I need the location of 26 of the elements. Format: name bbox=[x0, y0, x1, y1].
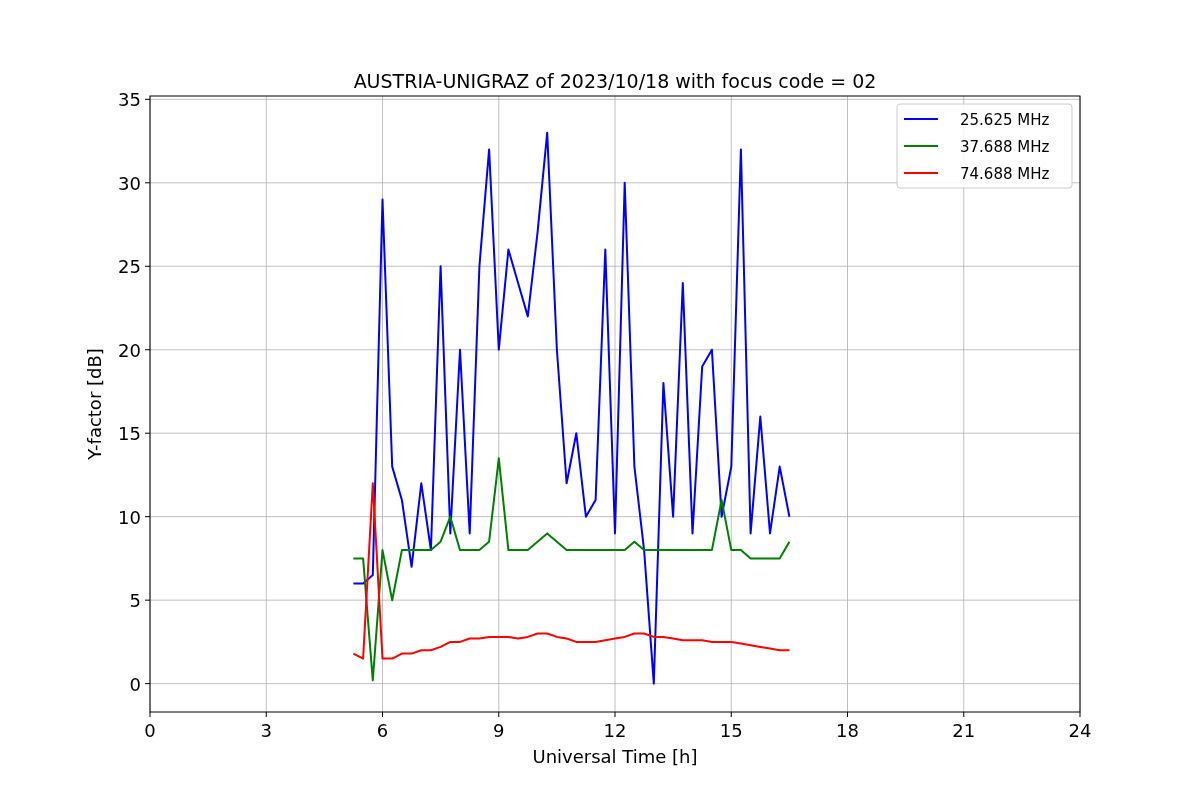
x-tick-label: 0 bbox=[144, 720, 156, 741]
x-tick-label: 3 bbox=[260, 720, 272, 741]
legend-line-icon bbox=[903, 118, 939, 120]
x-tick-label: 6 bbox=[376, 720, 389, 741]
x-tick-label: 21 bbox=[952, 720, 976, 741]
x-tick-label: 12 bbox=[603, 720, 627, 741]
legend-line-icon bbox=[903, 172, 939, 174]
y-tick-label: 35 bbox=[118, 89, 141, 111]
chart-title: AUSTRIA-UNIGRAZ of 2023/10/18 with focus code = 02 bbox=[353, 70, 877, 92]
x-tick-label: 9 bbox=[493, 720, 505, 741]
x-tick-label: 18 bbox=[836, 720, 859, 741]
y-tick-label: 0 bbox=[129, 673, 141, 695]
y-axis-label: Y-factor [dB] bbox=[84, 348, 105, 460]
y-tick-label: 20 bbox=[118, 339, 141, 361]
x-axis-label: Universal Time [h] bbox=[532, 746, 698, 767]
legend-label: 37.688 MHz bbox=[960, 138, 1050, 156]
y-tick-label: 15 bbox=[118, 423, 141, 445]
y-tick-label: 5 bbox=[129, 590, 141, 612]
y-tick-label: 10 bbox=[118, 506, 141, 528]
legend-line-icon bbox=[903, 145, 939, 147]
legend-label: 74.688 MHz bbox=[960, 165, 1050, 183]
y-tick-label: 30 bbox=[118, 172, 141, 194]
x-tick-label: 24 bbox=[1068, 720, 1092, 741]
y-tick-label: 25 bbox=[118, 256, 141, 278]
x-tick-label: 15 bbox=[719, 720, 743, 741]
legend-label: 25.625 MHz bbox=[960, 111, 1050, 129]
